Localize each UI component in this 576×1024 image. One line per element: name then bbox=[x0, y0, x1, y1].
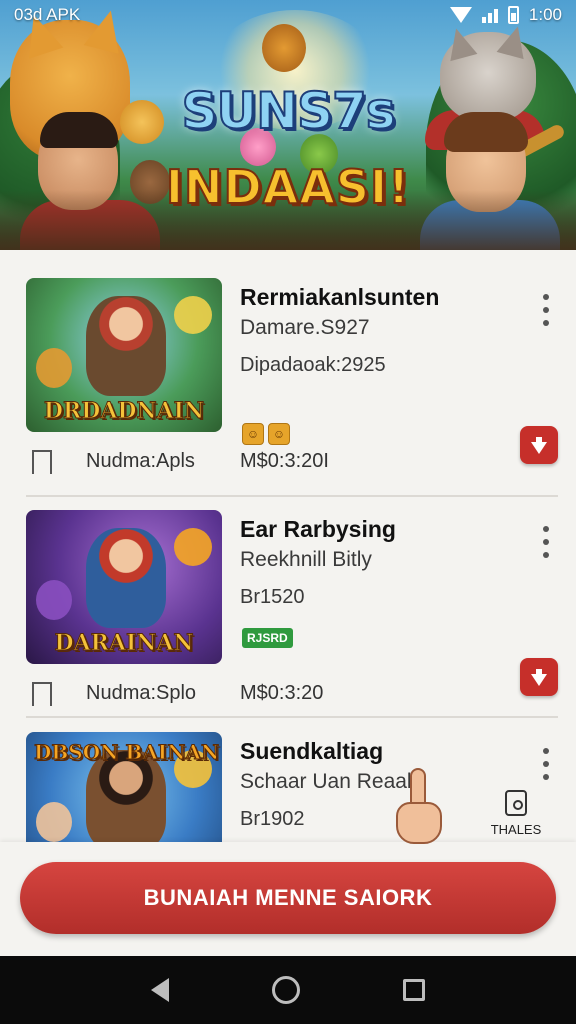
app-info: Dipadaoak:2925 bbox=[240, 354, 386, 376]
app-card[interactable]: DARAINAN Ear Rarbysing Reekhnill Bitly B… bbox=[26, 482, 558, 708]
app-card[interactable]: DBSON BAINAN Suendkaltiag Schaar Uan Rea… bbox=[26, 704, 556, 842]
hero-title: SUNS7s bbox=[180, 81, 396, 141]
home-icon[interactable] bbox=[271, 976, 300, 1004]
hero-banner[interactable]: SUNS7s INDAASI! bbox=[0, 0, 576, 250]
app-title[interactable]: Ear Rarbysing bbox=[240, 516, 396, 543]
bookmark-icon[interactable] bbox=[32, 450, 52, 476]
app-meta-size: M$0:3:20 bbox=[240, 682, 324, 704]
warrior-figure bbox=[86, 296, 166, 396]
app-meta-size: M$0:3:20I bbox=[240, 450, 329, 472]
more-options-icon[interactable] bbox=[542, 748, 550, 780]
download-button[interactable] bbox=[520, 426, 558, 464]
app-info: Br1902 bbox=[240, 808, 305, 830]
age-badge-icon: ☺ bbox=[242, 423, 264, 445]
wifi-icon bbox=[449, 7, 472, 23]
app-developer: Reekhnill Bitly bbox=[240, 548, 372, 571]
app-card[interactable]: DRDADNAIN Rermiakanlsunten Damare.S927 D… bbox=[26, 250, 558, 476]
app-meta-category: Nudma:Splo bbox=[86, 682, 197, 704]
app-thumbnail[interactable]: DARAINAN bbox=[26, 510, 222, 664]
status-badge: RJSRD bbox=[242, 628, 293, 648]
creature-icon bbox=[36, 580, 72, 620]
primary-cta-button[interactable]: BUNAIAH MENNE SAIORK bbox=[20, 862, 556, 934]
app-meta-category: Nudma:Apls bbox=[86, 450, 195, 472]
creature-icon bbox=[174, 296, 212, 334]
share-icon bbox=[505, 790, 527, 816]
more-options-icon[interactable] bbox=[542, 294, 550, 326]
signal-icon bbox=[481, 7, 498, 23]
app-thumbnail[interactable]: DBSON BAINAN bbox=[26, 732, 222, 842]
app-developer: Damare.S927 bbox=[240, 316, 370, 339]
more-options-icon[interactable] bbox=[542, 526, 550, 558]
star-icon bbox=[174, 528, 212, 566]
creature-icon bbox=[36, 348, 72, 388]
thumbnail-logo: DRDADNAIN bbox=[43, 398, 205, 425]
rating-badges: ☺ ☺ bbox=[242, 423, 290, 445]
share-button[interactable]: THALES bbox=[486, 790, 546, 837]
warrior-figure bbox=[86, 528, 166, 628]
app-thumbnail[interactable]: DRDADNAIN bbox=[26, 278, 222, 432]
creature-icon bbox=[36, 802, 72, 842]
thumbnail-logo: DBSON BAINAN bbox=[34, 740, 220, 765]
battery-icon bbox=[507, 6, 519, 24]
status-icons: 1:00 bbox=[449, 5, 562, 25]
download-button[interactable] bbox=[520, 658, 558, 696]
age-badge-icon: ☺ bbox=[268, 423, 290, 445]
bookmark-icon[interactable] bbox=[32, 682, 52, 708]
system-nav-bar bbox=[0, 956, 576, 1024]
share-label: THALES bbox=[490, 822, 542, 837]
status-time: 1:00 bbox=[528, 5, 562, 24]
recent-apps-icon[interactable] bbox=[402, 979, 425, 1001]
pointing-hand-icon bbox=[392, 768, 446, 844]
status-left-text: 03d APK bbox=[14, 5, 81, 24]
download-arrow-icon bbox=[531, 674, 547, 686]
download-arrow-icon bbox=[531, 442, 547, 454]
status-bar: 03d APK 1:00 bbox=[0, 0, 576, 30]
app-info: Br1520 bbox=[240, 586, 305, 608]
app-list[interactable]: DRDADNAIN Rermiakanlsunten Damare.S927 D… bbox=[0, 250, 576, 842]
thumbnail-logo: DARAINAN bbox=[54, 630, 194, 657]
hero-subtitle: INDAASI! bbox=[165, 159, 411, 215]
back-icon[interactable] bbox=[151, 978, 170, 1002]
app-title[interactable]: Rermiakanlsunten bbox=[240, 284, 439, 311]
app-developer: Schaar Uan Reaak bbox=[240, 770, 418, 793]
cta-area: BUNAIAH MENNE SAIORK bbox=[0, 842, 576, 956]
app-title[interactable]: Suendkaltiag bbox=[240, 738, 383, 765]
goblin-character bbox=[262, 24, 306, 72]
